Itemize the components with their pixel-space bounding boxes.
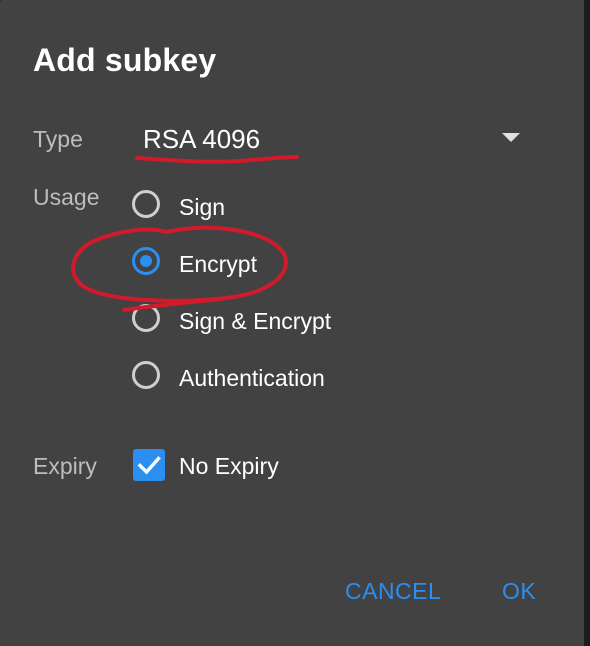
usage-option-label: Authentication (179, 365, 325, 391)
radio-unchecked-icon[interactable] (132, 361, 160, 389)
usage-option-encrypt[interactable]: Encrypt (131, 245, 431, 285)
checkbox-checked-icon[interactable] (133, 449, 165, 481)
usage-option-label: Sign (179, 194, 226, 220)
no-expiry-checkbox[interactable]: No Expiry (133, 446, 333, 486)
dialog-title: Add subkey (33, 42, 217, 78)
usage-option-label: Encrypt (179, 251, 257, 277)
radio-unchecked-icon[interactable] (132, 304, 160, 332)
usage-option-authentication[interactable]: Authentication (131, 359, 431, 399)
radio-checked-icon[interactable] (132, 247, 160, 275)
type-label: Type (33, 126, 83, 152)
checkmark-icon (137, 456, 161, 475)
expiry-label: Expiry (33, 453, 97, 479)
usage-option-sign[interactable]: Sign (131, 188, 431, 228)
radio-unchecked-icon[interactable] (132, 190, 160, 218)
type-dropdown[interactable]: RSA 4096 (130, 112, 535, 162)
add-subkey-dialog: Add subkey Type RSA 4096 Usage Sign Encr… (0, 0, 584, 646)
cancel-button[interactable]: CANCEL (345, 578, 441, 605)
usage-label: Usage (33, 184, 100, 210)
usage-option-sign-and-encrypt[interactable]: Sign & Encrypt (131, 302, 431, 342)
usage-option-label: Sign & Encrypt (179, 308, 332, 334)
ok-button[interactable]: OK (502, 578, 536, 605)
type-selected-value: RSA 4096 (143, 124, 261, 154)
no-expiry-label: No Expiry (179, 453, 279, 479)
dropdown-arrow-icon (502, 133, 520, 142)
radio-dot (140, 255, 152, 267)
